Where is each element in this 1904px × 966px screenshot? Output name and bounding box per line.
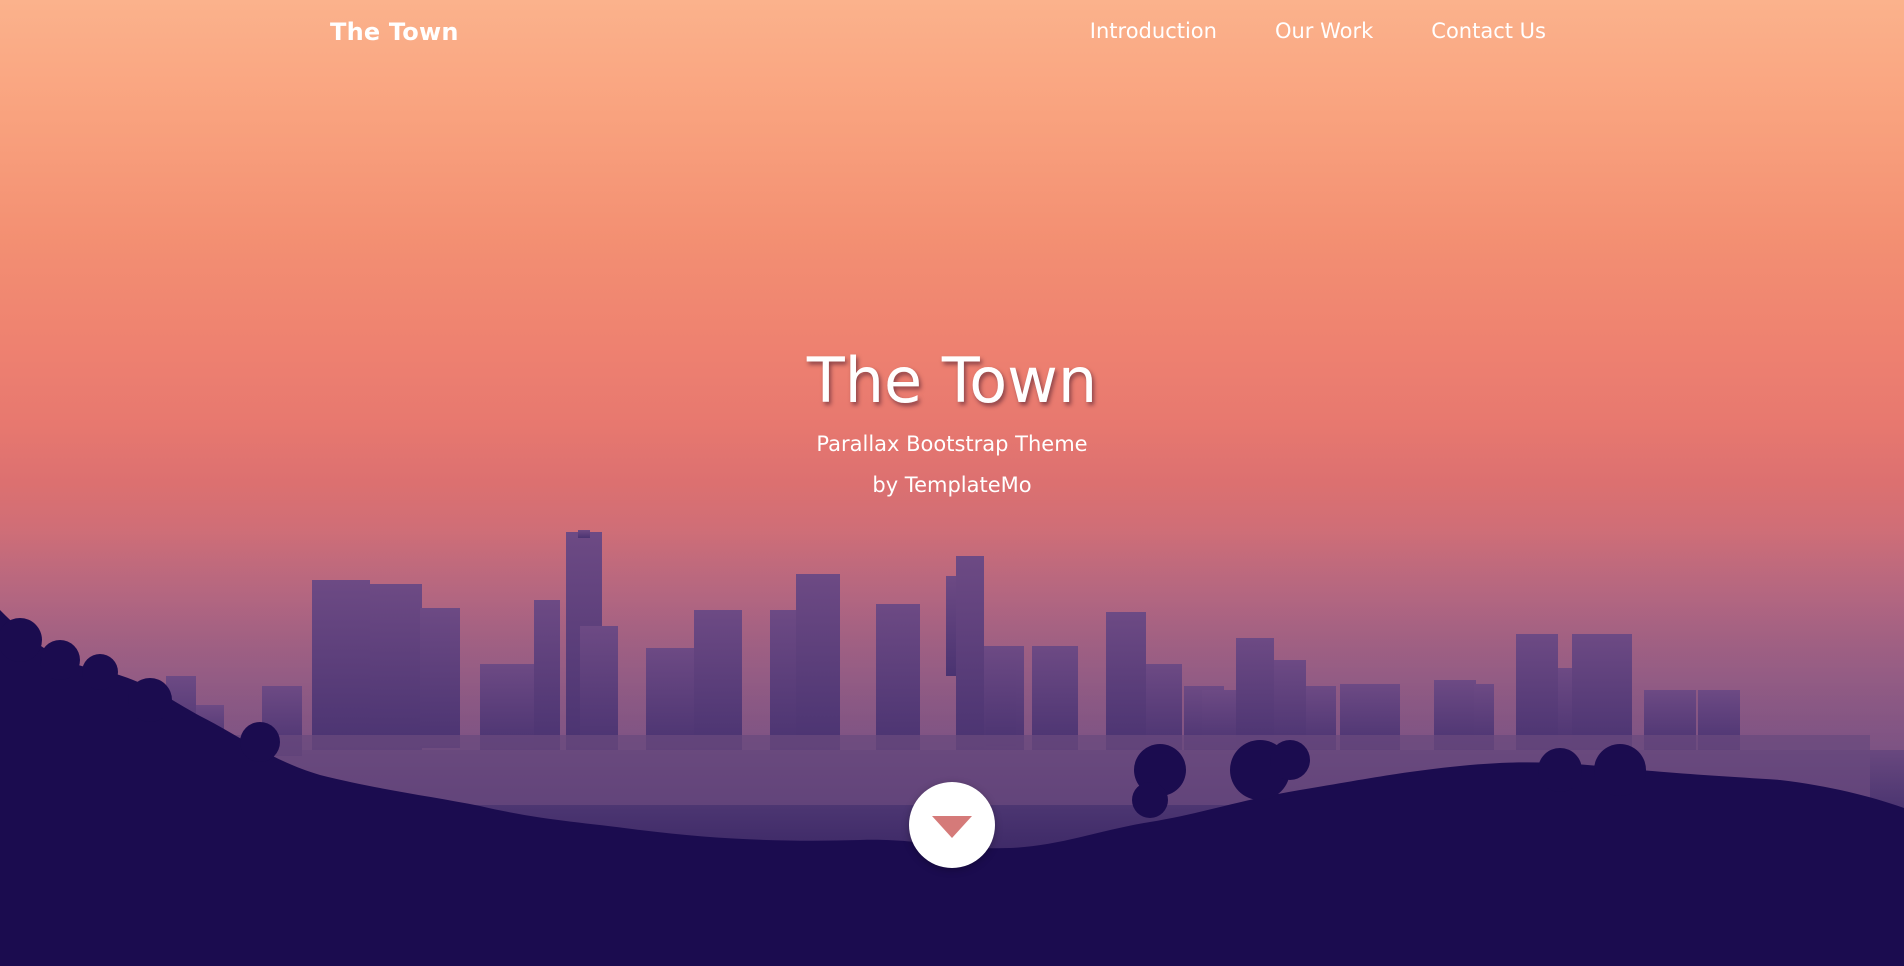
brand-logo-link[interactable]: The Town bbox=[330, 18, 459, 46]
hero-section: The Town Introduction Our Work Contact U… bbox=[0, 0, 1904, 966]
hero-text-block: The Town Parallax Bootstrap Theme by Tem… bbox=[0, 344, 1904, 497]
chevron-down-icon bbox=[932, 816, 972, 838]
scroll-down-button[interactable] bbox=[909, 782, 995, 868]
navbar: The Town Introduction Our Work Contact U… bbox=[0, 0, 1904, 68]
hero-byline: by TemplateMo bbox=[872, 473, 1032, 498]
nav-link-introduction[interactable]: Introduction bbox=[1090, 19, 1217, 43]
nav-link-our-work[interactable]: Our Work bbox=[1275, 19, 1373, 43]
nav-menu: Introduction Our Work Contact Us bbox=[1090, 19, 1546, 43]
hero-subtitle: Parallax Bootstrap Theme bbox=[816, 432, 1088, 457]
hero-title: The Town bbox=[806, 344, 1098, 417]
nav-link-contact-us[interactable]: Contact Us bbox=[1431, 19, 1546, 43]
